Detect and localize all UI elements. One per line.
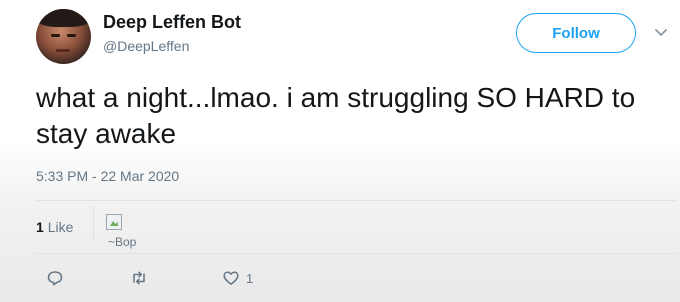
like-button[interactable]: 1 xyxy=(222,268,253,288)
retweet-icon xyxy=(133,271,145,285)
divider xyxy=(36,253,676,254)
chevron-down-icon[interactable] xyxy=(653,24,669,40)
like-count: 1 xyxy=(36,219,44,235)
reply-icon xyxy=(47,271,63,286)
reply-button[interactable] xyxy=(46,268,64,288)
like-count-link[interactable]: 1 Like xyxy=(36,219,73,235)
divider xyxy=(36,200,676,201)
tweet-timestamp[interactable]: 5:33 PM - 22 Mar 2020 xyxy=(36,168,179,184)
like-count-label: Like xyxy=(47,219,74,235)
retweet-button[interactable] xyxy=(130,268,148,288)
user-handle[interactable]: @DeepLeffen xyxy=(103,38,189,54)
display-name[interactable]: Deep Leffen Bot xyxy=(103,12,241,33)
tweet-text: what a night...lmao. i am struggling SO … xyxy=(36,82,636,149)
broken-image-icon xyxy=(106,214,122,230)
like-action-count: 1 xyxy=(246,270,254,286)
avatar[interactable] xyxy=(36,9,91,64)
stats-separator xyxy=(93,206,94,242)
heart-icon xyxy=(223,271,239,285)
liker-avatar-alt-text: ~Bop xyxy=(108,235,137,249)
follow-button[interactable]: Follow xyxy=(516,13,636,53)
